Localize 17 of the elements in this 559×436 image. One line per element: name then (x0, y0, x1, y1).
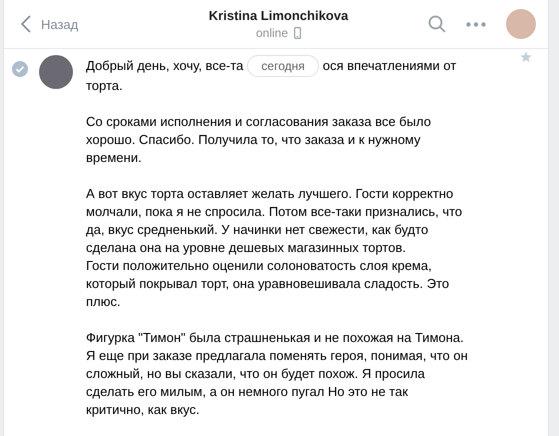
phone-icon (294, 27, 302, 39)
message-paragraph: Фигурка "Тимон" была страшненькая и не похожая на Тимона. Я еще при заказе предлагала поменять героя, понимая, что он сложный, но вы сказали, что он будет похож. Я просила сделать его милым, а он немного пугал Но это не так критично, как вкус. (86, 329, 469, 419)
message-text: Добрый день, хочу, все-та (86, 57, 244, 75)
message-paragraph: А вот вкус торта оставляет желать лучшего. Гости корректно молчали, пока я не спросила. Потом все-таки признались, что да, вкус средненький. У начинки нет свежести, как будто сделана она на уровне дешевых магазинных тортов. Гости положительно оценили солоноватость слоя крема, который покрывал торт, она уравновешивала сладость. Это плюс. (86, 185, 464, 311)
star-icon[interactable] (520, 51, 532, 63)
message-paragraph: Со сроками исполнения и согласования заказа все было хорошо. Спасибо. Получила то, что заказа и к нужному времени. (86, 113, 432, 167)
avatar-photo (39, 55, 73, 89)
message-text: ося впечатлениями от (322, 57, 456, 75)
search-icon[interactable] (428, 15, 446, 33)
avatar-photo[interactable] (506, 9, 536, 39)
online-status: online (256, 26, 288, 40)
message-paragraph: торта. (86, 77, 124, 95)
date-divider: сегодня (247, 55, 319, 77)
check-icon[interactable] (12, 61, 28, 77)
more-icon[interactable] (466, 22, 486, 26)
chevron-left-icon (21, 15, 31, 33)
chat-title[interactable]: Kristina Limonchikova (208, 8, 348, 23)
